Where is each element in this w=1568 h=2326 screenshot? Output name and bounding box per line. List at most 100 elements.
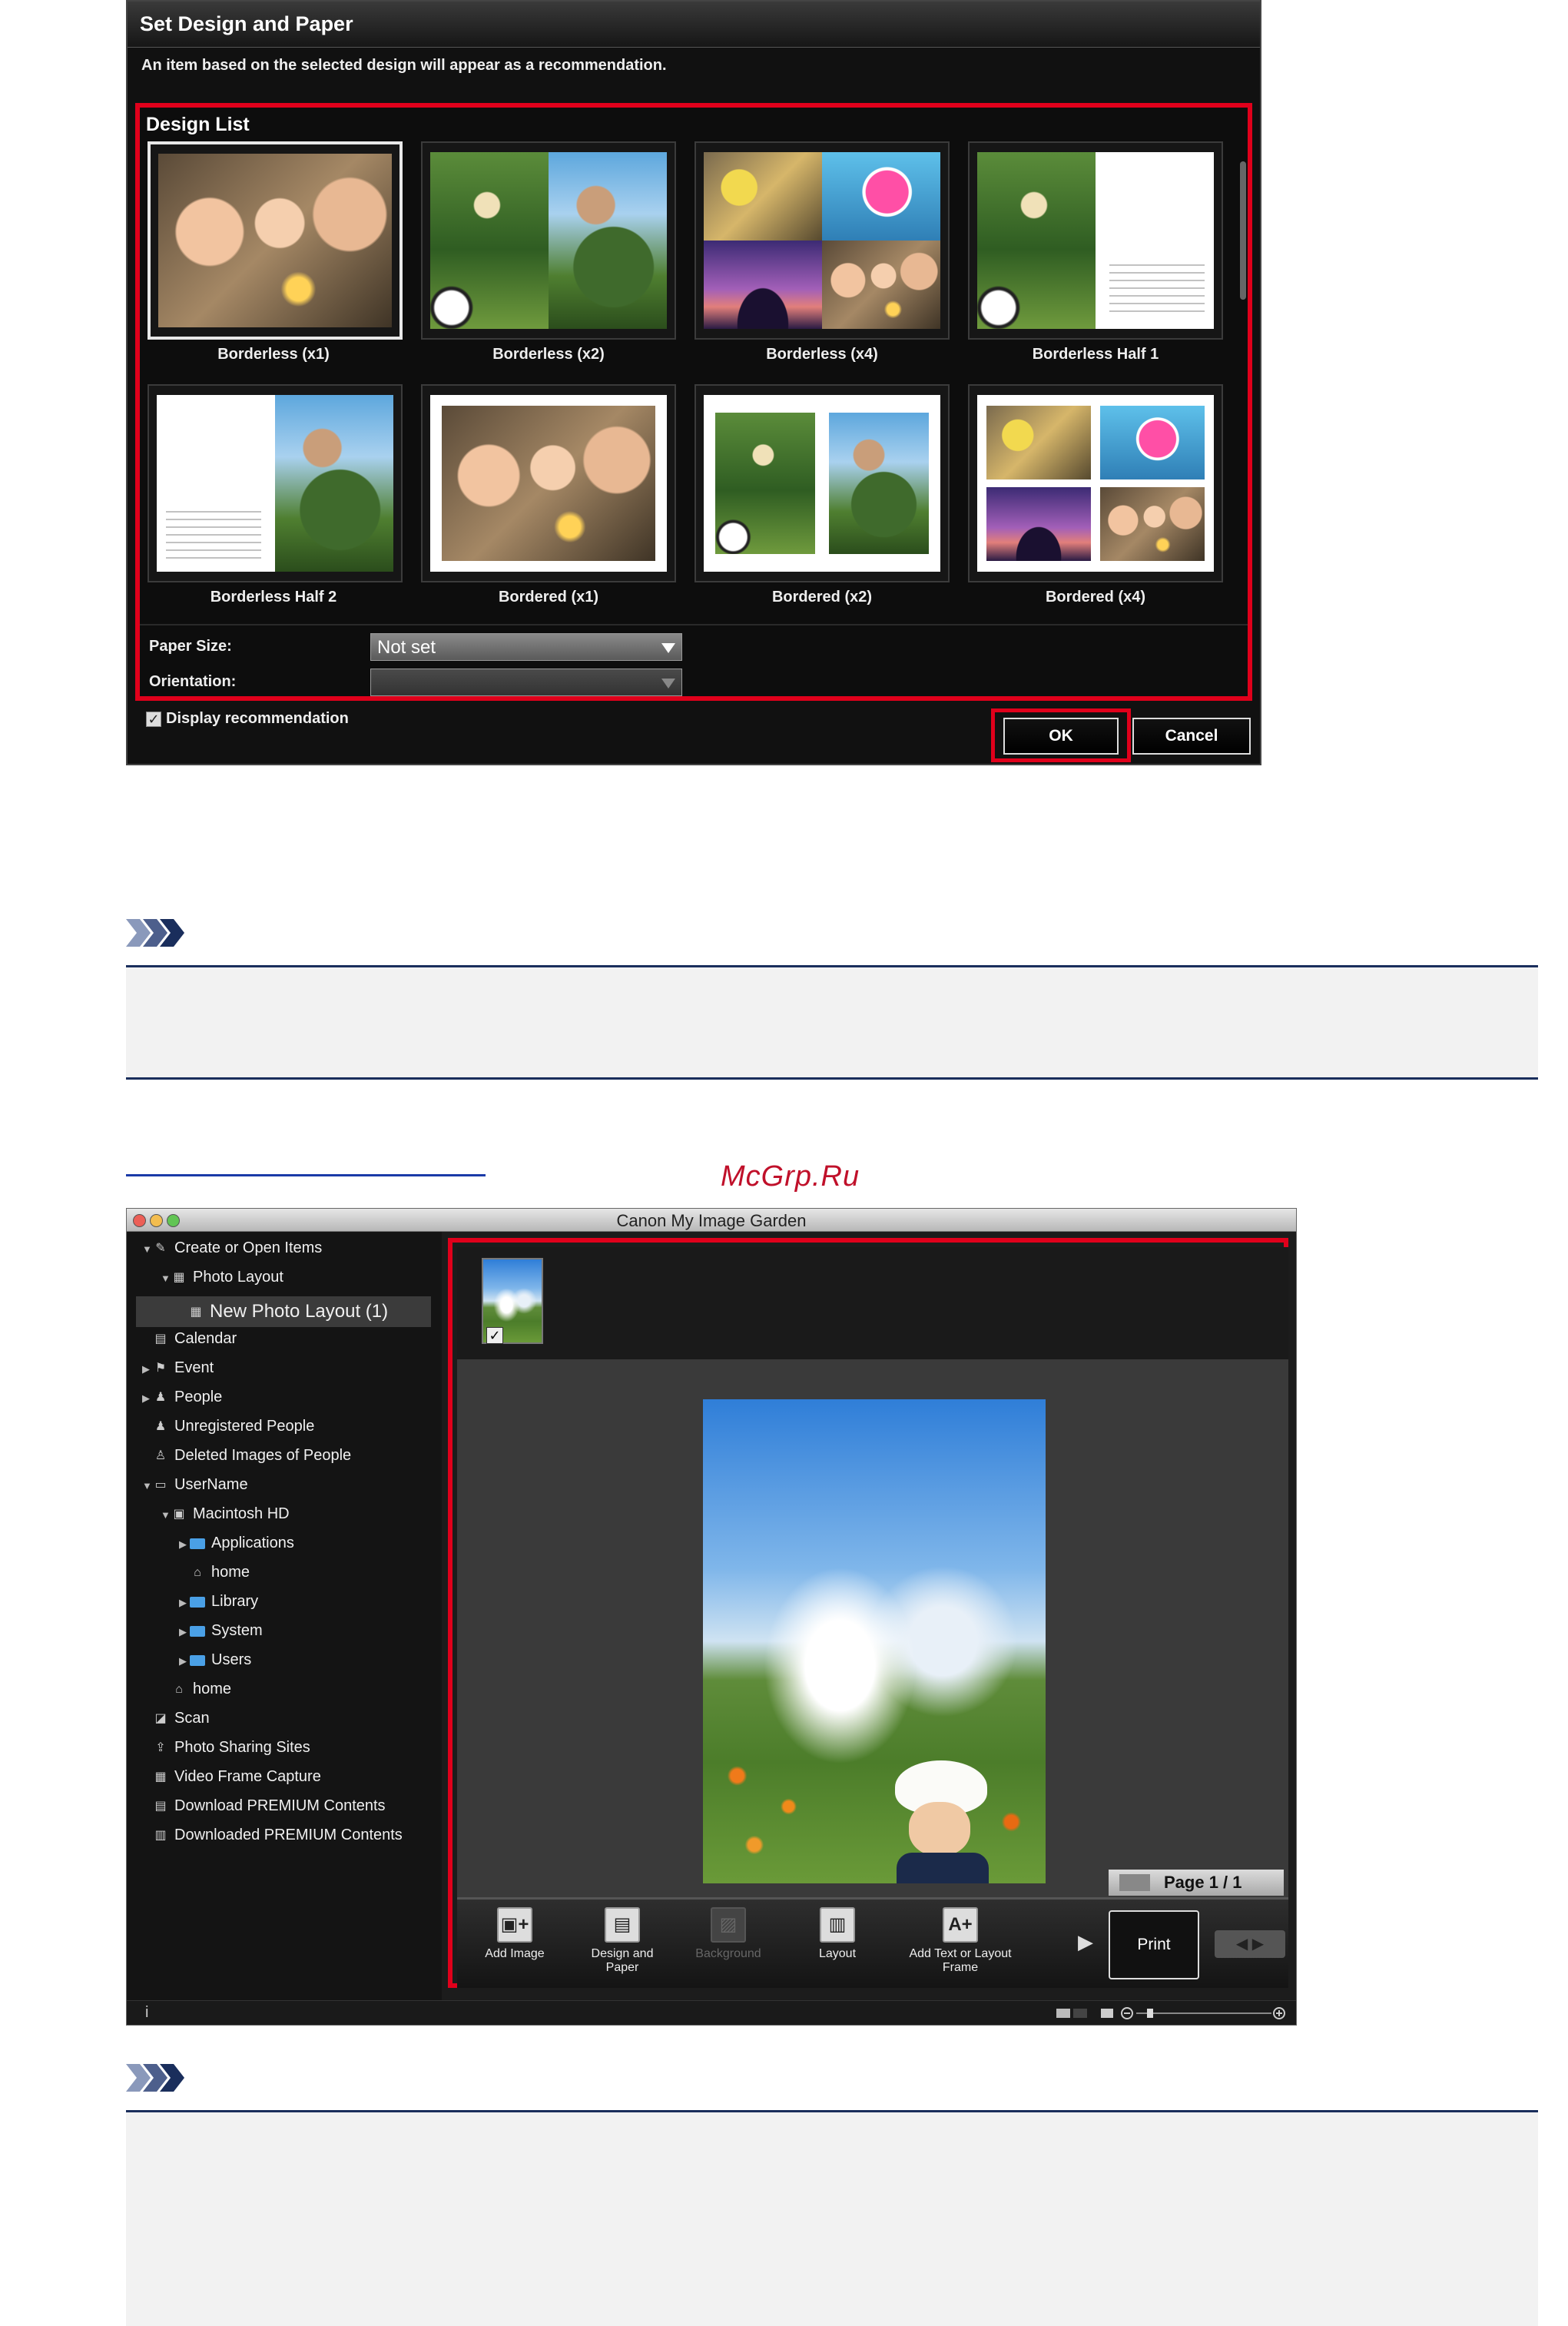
tree-item-event[interactable]: ▶ ⚑ Event — [142, 1359, 214, 1381]
soccer-photo-thumbnail — [977, 152, 1096, 329]
chevron-right-icon[interactable]: ▶ — [1078, 1930, 1093, 1954]
checkbox-checked-icon[interactable]: ✓ — [486, 1327, 503, 1344]
disk-icon: ▣ — [173, 1507, 185, 1521]
layout-icon: ▦ — [190, 1305, 202, 1319]
disclosure-down-icon: ▼ — [142, 1480, 152, 1491]
my-image-garden-window: Canon My Image Garden ▼ ✎ Create or Open I… — [126, 1208, 1297, 2026]
add-image-label: Add Image — [485, 1947, 545, 1960]
window-titlebar: Canon My Image Garden — [127, 1209, 1296, 1232]
layout-canvas: Page 1 / 1 — [457, 1359, 1288, 1897]
design-list-scrollbar[interactable] — [1240, 161, 1246, 300]
layout-icon: ▥ — [820, 1907, 855, 1943]
tree-item-label: New Photo Layout (1) — [210, 1301, 389, 1322]
design-tile-borderless-half-1[interactable] — [968, 141, 1223, 340]
page-navigation-arrows[interactable]: ◀ ▶ — [1215, 1930, 1285, 1958]
layout-button[interactable]: ▥ Layout — [795, 1907, 880, 1961]
thumbnail-strip: ✓ — [457, 1247, 1288, 1359]
link-underline[interactable] — [126, 1174, 486, 1176]
tree-item-photo-sharing-sites[interactable]: ⇪ Photo Sharing Sites — [153, 1739, 310, 1760]
text-block-thumbnail — [1109, 258, 1205, 319]
tree-item-label: Calendar — [174, 1330, 237, 1347]
layout-label: Layout — [818, 1947, 857, 1960]
note-body — [126, 967, 1538, 1078]
tree-item-applications[interactable]: ▶ Applications — [179, 1535, 294, 1556]
dialog-description: An item based on the selected design wil… — [141, 57, 667, 74]
add-image-icon: ▣+ — [497, 1907, 532, 1943]
info-icon[interactable]: i — [145, 2004, 148, 2022]
design-tile-bordered-x4[interactable] — [968, 384, 1223, 582]
design-tile-borderless-x4[interactable] — [694, 141, 950, 340]
tree-item-create-or-open-items[interactable]: ▼ ✎ Create or Open Items — [142, 1239, 322, 1261]
page-indicator: Page 1 / 1 — [1109, 1870, 1284, 1896]
design-label: Borderless Half 2 — [210, 589, 337, 606]
tree-item-library[interactable]: ▶ Library — [179, 1593, 258, 1614]
tree-item-home[interactable]: ⌂ home — [190, 1564, 250, 1585]
tree-item-label: System — [211, 1622, 263, 1639]
tree-item-label: Macintosh HD — [193, 1505, 290, 1522]
paper-size-dropdown[interactable]: Not set — [370, 633, 682, 661]
chevron-down-icon — [661, 679, 675, 689]
tree-item-system[interactable]: ▶ System — [179, 1622, 263, 1644]
tree-item-home[interactable]: ⌂ home — [171, 1681, 231, 1702]
note-body — [126, 2112, 1538, 2326]
tree-item-deleted-images-of-people[interactable]: ♙ Deleted Images of People — [153, 1447, 351, 1468]
tree-item-label: home — [211, 1564, 250, 1581]
add-text-button[interactable]: A+ Add Text or Layout Frame — [903, 1907, 1018, 1975]
tree-item-calendar[interactable]: ▤ Calendar — [153, 1330, 237, 1352]
girl-photo[interactable] — [703, 1399, 1046, 1883]
scan-icon: ◪ — [154, 1711, 167, 1725]
tree-item-label: Photo Sharing Sites — [174, 1739, 310, 1756]
print-button[interactable]: Print — [1109, 1910, 1199, 1979]
design-tile-borderless-x1[interactable] — [148, 141, 403, 340]
tree-item-video-frame-capture[interactable]: ▦ Video Frame Capture — [153, 1768, 320, 1790]
disclosure-right-icon: ▶ — [179, 1597, 187, 1608]
tree-item-users[interactable]: ▶ Users — [179, 1651, 251, 1673]
tree-item-username[interactable]: ▼ ▭ UserName — [142, 1476, 248, 1498]
person-icon: ♟ — [154, 1390, 167, 1404]
bottom-toolbar: ▣+ Add Image ▤ Design and Paper ▨ Backgroun… — [457, 1897, 1288, 1988]
family-photo-thumbnail — [1100, 486, 1205, 562]
display-recommendation-label: Display recommendation — [166, 710, 349, 727]
design-tile-bordered-x2[interactable] — [694, 384, 950, 582]
tree-item-macintosh-hd[interactable]: ▼ ▣ Macintosh HD — [161, 1505, 290, 1527]
tree-item-people[interactable]: ▶ ♟ People — [142, 1389, 222, 1410]
tree-item-label: Scan — [174, 1710, 210, 1727]
design-tile-borderless-x2[interactable] — [421, 141, 676, 340]
tree-item-scan[interactable]: ◪ Scan — [153, 1710, 210, 1731]
folder-icon — [190, 1596, 205, 1608]
tree-item-photo-layout[interactable]: ▼ ▦ Photo Layout — [161, 1269, 283, 1290]
design-tile-bordered-x1[interactable] — [421, 384, 676, 582]
tree-item-new-photo-layout[interactable]: ▦ New Photo Layout (1) — [136, 1296, 431, 1327]
background-button[interactable]: ▨ Background — [686, 1907, 771, 1961]
tree-item-download-premium-contents[interactable]: ▤ Download PREMIUM Contents — [153, 1797, 385, 1819]
watermark: McGrp.Ru — [721, 1160, 860, 1193]
tree-item-label: Deleted Images of People — [174, 1447, 352, 1464]
note-divider — [126, 1077, 1538, 1080]
dialog-title: Set Design and Paper — [140, 12, 353, 35]
disclosure-down-icon: ▼ — [161, 1509, 171, 1521]
orientation-dropdown[interactable] — [370, 669, 682, 696]
design-label: Borderless (x2) — [492, 346, 605, 363]
background-label: Background — [695, 1947, 761, 1960]
add-text-icon: A+ — [943, 1907, 978, 1943]
tree-item-label: Downloaded PREMIUM Contents — [174, 1827, 403, 1843]
cancel-button[interactable]: Cancel — [1132, 718, 1251, 755]
parent-photo-thumbnail — [829, 413, 929, 554]
add-image-button[interactable]: ▣+ Add Image — [472, 1907, 557, 1961]
edit-icon: ✎ — [155, 1241, 166, 1255]
zoom-controls[interactable] — [1056, 2007, 1287, 2019]
disclosure-right-icon: ▶ — [142, 1363, 150, 1375]
tree-item-downloaded-premium-contents[interactable]: ▥ Downloaded PREMIUM Contents — [153, 1827, 403, 1848]
tree-item-unregistered-people[interactable]: ♟ Unregistered People — [153, 1418, 315, 1439]
ok-button[interactable]: OK — [1003, 718, 1119, 755]
design-and-paper-button[interactable]: ▤ Design and Paper — [580, 1907, 665, 1975]
tree-item-label: home — [193, 1681, 232, 1697]
status-bar: i — [127, 2000, 1296, 2025]
display-recommendation-checkbox[interactable]: ✓ Display recommendation — [146, 710, 349, 728]
disclosure-right-icon: ▶ — [179, 1655, 187, 1667]
text-block-thumbnail — [166, 504, 261, 562]
flower-field — [703, 1730, 1046, 1883]
design-tile-borderless-half-2[interactable] — [148, 384, 403, 582]
disclosure-right-icon: ▶ — [179, 1538, 187, 1550]
girl-body — [897, 1853, 989, 1883]
